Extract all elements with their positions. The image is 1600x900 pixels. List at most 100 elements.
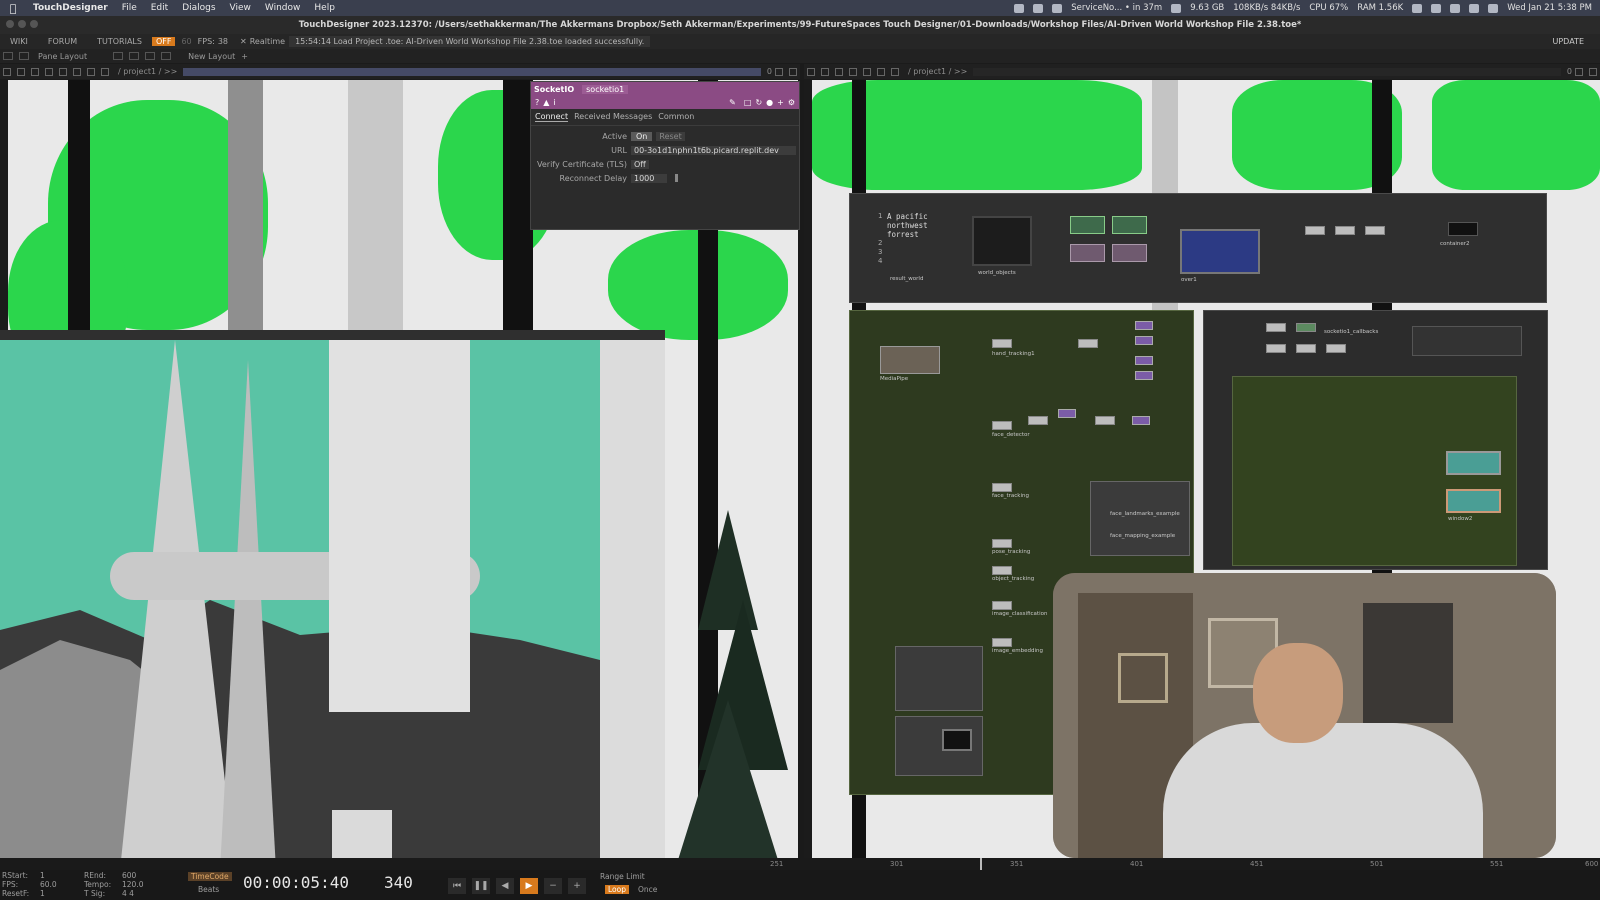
forward-icon[interactable] [45,67,53,76]
reconnect-delay-slider[interactable] [675,174,678,182]
op-node[interactable] [1266,344,1286,353]
close-window-button[interactable] [6,20,14,28]
mediapipe-node[interactable] [880,346,940,374]
pause-icon[interactable]: ❚❚ [472,878,490,894]
layout-slot-icon[interactable] [161,52,172,60]
fps-cap[interactable]: 60 [181,37,191,46]
stop-icon[interactable] [821,67,829,76]
right-pane-path-field[interactable] [973,67,1561,76]
pane-split-icon[interactable] [775,67,783,76]
pane-close-icon[interactable] [789,67,797,76]
op-node[interactable] [1135,371,1153,380]
edit-icon[interactable]: ✎ [729,98,736,107]
search-icon[interactable] [1469,3,1480,13]
home-icon[interactable] [891,67,899,76]
minus-icon[interactable]: − [544,878,562,894]
left-pane-path[interactable]: / project1 / >> [118,67,177,76]
rend-value[interactable]: 600 [122,871,136,880]
tab-received-messages[interactable]: Received Messages [574,112,652,122]
add-icon[interactable] [863,67,871,76]
realtime-checkbox[interactable]: ✕ [240,37,247,46]
add-icon[interactable]: + [777,98,784,107]
container-node[interactable] [1448,222,1478,236]
op-name-field[interactable]: socketio1 [582,84,629,94]
op-node[interactable] [992,539,1012,548]
wifi-icon[interactable] [1450,3,1461,13]
pane-menu-icon[interactable] [807,67,815,76]
op-node[interactable] [1028,416,1048,425]
active-toggle[interactable]: On [631,131,653,141]
tempo-value[interactable]: 120.0 [122,880,143,889]
minimize-window-button[interactable] [18,20,26,28]
container-group[interactable] [1412,326,1522,356]
beats-toggle[interactable]: Beats [198,885,219,894]
back-icon[interactable] [31,67,39,76]
calendar-event[interactable]: ServiceNo... • in 37m [1071,3,1162,13]
cache-group[interactable] [895,646,983,711]
add-layout-icon[interactable]: + [241,52,248,61]
network-callbacks-group[interactable]: socketio1_callbacks window2 [1203,310,1548,570]
play-icon[interactable]: ▶ [520,878,538,894]
op-node[interactable] [1135,321,1153,330]
op-node[interactable] [1305,226,1325,235]
cloud-icon[interactable] [1033,3,1044,13]
op-node[interactable] [992,601,1012,610]
layout-slot-icon[interactable] [129,52,140,60]
layout-slot-icon[interactable] [113,52,124,60]
op-node[interactable] [1135,356,1153,365]
back-icon[interactable] [835,67,843,76]
tab-common[interactable]: Common [658,112,694,122]
timeline-ruler[interactable]: 251 301 351 401 451 501 551 600 [0,858,1600,870]
op-node[interactable] [1078,339,1098,348]
menu-window[interactable]: Window [258,3,308,13]
info-icon[interactable]: i [553,98,555,107]
pane-layout-label[interactable]: Pane Layout [32,52,93,61]
wiki-link[interactable]: WIKI [0,37,38,46]
perform-off-button[interactable]: OFF [151,37,176,46]
over-top-node[interactable] [1180,229,1260,274]
op-node[interactable] [1095,416,1115,425]
stop-icon[interactable] [17,67,25,76]
timecode-toggle[interactable]: TimeCode [188,872,232,881]
extension-icon[interactable] [1171,3,1182,13]
window2-node[interactable] [1446,489,1501,513]
op-node[interactable] [1058,409,1076,418]
op-node[interactable] [992,566,1012,575]
once-button[interactable]: Once [638,885,657,894]
zoom-window-button[interactable] [30,20,38,28]
rstart-value[interactable]: 1 [40,871,45,880]
op-node[interactable] [1070,244,1105,262]
zoom-icon[interactable] [87,67,95,76]
python-icon[interactable]: ▲ [543,98,549,107]
op-node[interactable] [992,339,1012,348]
clock[interactable]: Wed Jan 21 5:38 PM [1507,3,1592,13]
bluetooth-icon[interactable] [1412,3,1423,13]
reconnect-delay-field[interactable]: 1000 [631,173,667,183]
op-node[interactable] [992,421,1012,430]
add-icon[interactable] [59,67,67,76]
left-pane-path-field[interactable] [183,67,761,76]
frame-display[interactable]: 340 [384,873,413,892]
pane-menu-icon[interactable] [3,67,11,76]
text-dat-content[interactable]: A pacific northwest forrest [887,212,928,239]
op-node[interactable] [1112,244,1147,262]
control-center-icon[interactable] [1488,3,1499,13]
op-node[interactable] [1132,416,1150,425]
face-example-group[interactable] [1090,481,1190,556]
rewind-icon[interactable]: ⏮ [448,878,466,894]
split-icon[interactable] [3,52,13,60]
apple-icon[interactable]:  [0,2,26,15]
playhead[interactable] [980,858,982,870]
layout-icon[interactable] [19,52,29,60]
op-node[interactable] [1135,336,1153,345]
op-node[interactable] [1296,323,1316,332]
menu-view[interactable]: View [223,3,258,13]
world-objects-node[interactable] [972,216,1032,266]
tsig-value[interactable]: 4 4 [122,889,134,898]
op-node[interactable] [1326,344,1346,353]
layout-slot-icon[interactable] [145,52,156,60]
right-pane-path[interactable]: / project1 / >> [908,67,967,76]
reset-button[interactable]: Reset [656,131,685,141]
settings-icon[interactable]: ⚙ [788,98,795,107]
menu-dialogs[interactable]: Dialogs [175,3,222,13]
